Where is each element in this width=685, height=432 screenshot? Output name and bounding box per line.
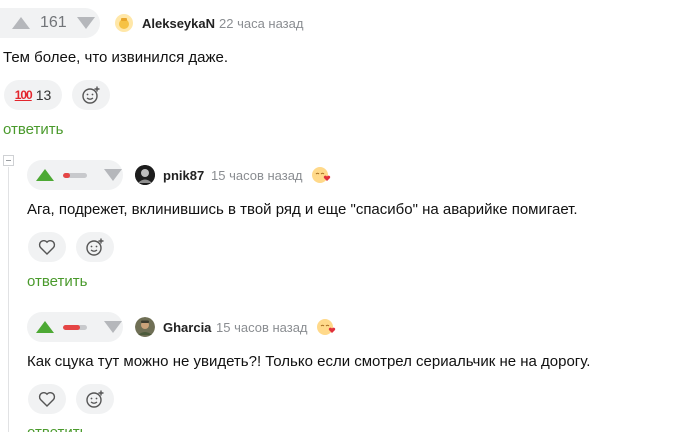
vote-control — [27, 312, 123, 342]
downvote-icon[interactable] — [104, 169, 122, 181]
comment-text: Тем более, что извинился даже. — [3, 49, 228, 66]
user-award-icon — [114, 13, 134, 33]
collapse-thread-button[interactable] — [3, 155, 14, 166]
upvote-icon[interactable] — [36, 321, 54, 333]
add-reaction-button[interactable] — [76, 232, 114, 262]
timestamp[interactable]: 15 часов назад — [216, 320, 308, 335]
username[interactable]: pnik87 — [163, 168, 204, 183]
hundred-emoji-icon: 100 — [14, 88, 33, 102]
add-reaction-icon — [86, 238, 104, 256]
add-reaction-button[interactable] — [72, 80, 110, 110]
reply-link[interactable]: ответить — [27, 424, 87, 432]
username[interactable]: Gharcia — [163, 320, 211, 335]
upvote-icon[interactable] — [36, 169, 54, 181]
reaction-count: 13 — [35, 87, 52, 103]
comment-text: Ага, подрежет, вклинившись в твой ряд и … — [27, 201, 578, 218]
love-emoji-icon — [316, 317, 336, 337]
downvote-icon[interactable] — [104, 321, 122, 333]
avatar[interactable] — [135, 317, 155, 337]
heart-icon — [38, 391, 56, 407]
comment-text: Как сцука тут можно не увидеть?! Только … — [27, 353, 591, 370]
reply-link[interactable]: ответить — [3, 121, 63, 138]
like-button[interactable] — [28, 384, 66, 414]
vote-control: 161 — [0, 8, 100, 38]
rating-ratio-bar — [63, 173, 87, 178]
username[interactable]: AlekseykaN — [142, 16, 215, 31]
timestamp[interactable]: 15 часов назад — [211, 168, 303, 183]
add-reaction-icon — [82, 86, 100, 104]
downvote-icon[interactable] — [76, 17, 95, 29]
heart-icon — [38, 239, 56, 255]
reaction-chip[interactable]: 100 13 — [4, 80, 62, 110]
avatar[interactable] — [135, 165, 155, 185]
vote-control — [27, 160, 123, 190]
upvote-icon[interactable] — [12, 17, 30, 29]
timestamp[interactable]: 22 часа назад — [219, 16, 303, 31]
thread-line[interactable] — [8, 167, 9, 432]
like-button[interactable] — [28, 232, 66, 262]
reply-link[interactable]: ответить — [27, 273, 87, 290]
rating-count: 161 — [40, 14, 67, 31]
love-emoji-icon — [311, 165, 331, 185]
add-reaction-icon — [86, 390, 104, 408]
rating-ratio-bar — [63, 325, 87, 330]
add-reaction-button[interactable] — [76, 384, 114, 414]
